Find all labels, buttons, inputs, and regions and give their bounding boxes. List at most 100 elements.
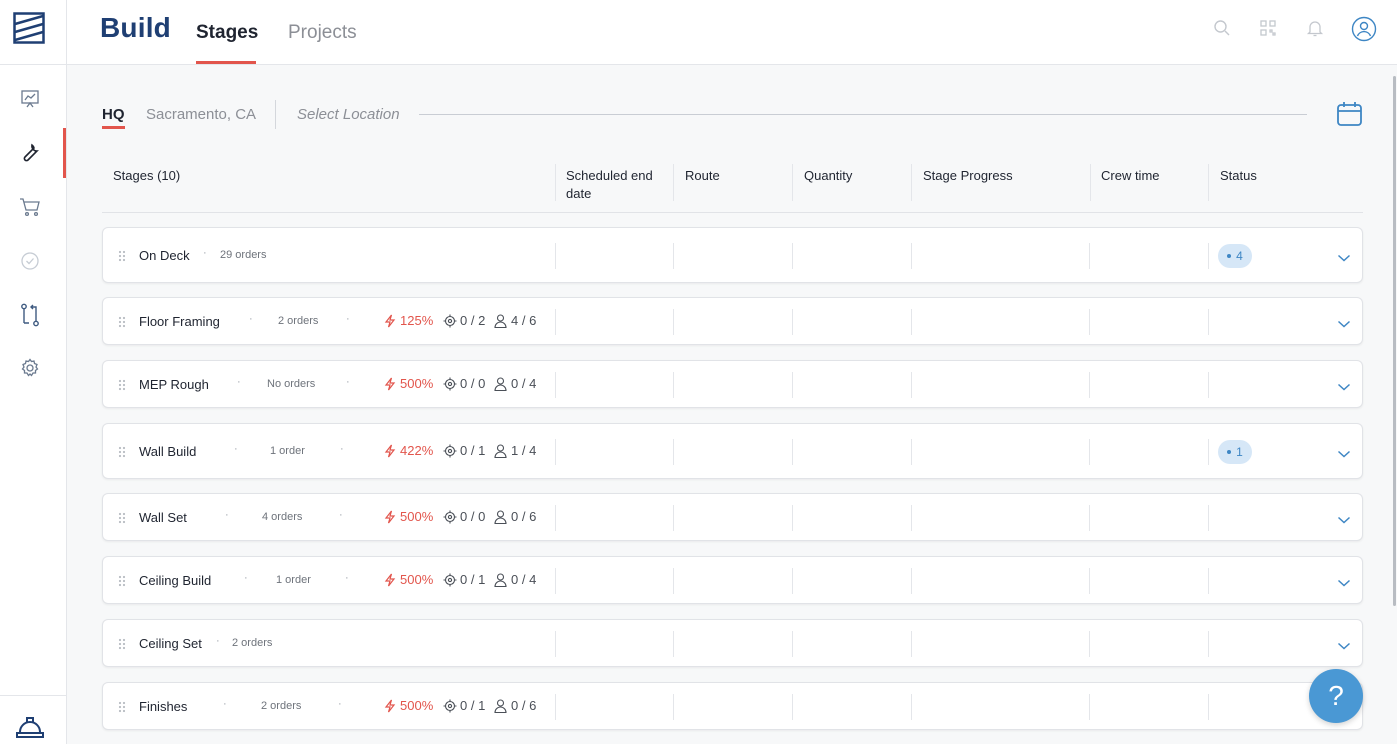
user-avatar-icon[interactable] xyxy=(1351,16,1377,42)
stage-row[interactable]: On Deck · 29 orders 4 xyxy=(102,227,1363,283)
column-header-scheduled-end-date[interactable]: Scheduled end date xyxy=(566,160,666,202)
settings-gear-icon[interactable] xyxy=(19,357,41,379)
lightning-icon xyxy=(383,699,397,713)
target-icon xyxy=(443,377,457,391)
person-icon xyxy=(494,698,507,713)
expand-chevron-icon[interactable] xyxy=(1337,638,1351,650)
separator-dot: · xyxy=(216,635,220,647)
stage-row[interactable]: Finishes · · 2 orders 500% 0 / 1 0 / 6 xyxy=(102,682,1363,730)
column-separator xyxy=(555,631,556,657)
column-header-stages[interactable]: Stages (10) xyxy=(113,160,180,202)
column-separator xyxy=(1089,243,1090,269)
drag-handle-icon[interactable] xyxy=(118,378,126,391)
column-header-crew-time[interactable]: Crew time xyxy=(1101,160,1160,202)
separator-dot: · xyxy=(234,443,238,455)
stage-routes: 0 / 1 xyxy=(443,572,485,587)
drag-handle-icon[interactable] xyxy=(118,315,126,328)
drag-handle-icon[interactable] xyxy=(118,574,126,587)
column-separator xyxy=(1089,568,1090,594)
drag-handle-icon[interactable] xyxy=(118,445,126,458)
separator-dot: · xyxy=(203,247,207,259)
column-separator xyxy=(673,694,674,720)
sidebar-divider xyxy=(0,64,66,65)
stage-name: Finishes xyxy=(139,699,188,714)
select-location-dropdown[interactable]: Select Location xyxy=(297,106,400,123)
status-badge[interactable]: 4 xyxy=(1218,244,1252,268)
stage-routes: 0 / 1 xyxy=(443,698,485,713)
column-header-quantity[interactable]: Quantity xyxy=(804,160,852,202)
expand-chevron-icon[interactable] xyxy=(1337,512,1351,524)
column-separator xyxy=(1208,631,1209,657)
cart-icon[interactable] xyxy=(19,196,41,218)
calendar-icon[interactable] xyxy=(1336,101,1363,127)
dashboard-chart-icon[interactable] xyxy=(19,88,41,110)
help-button[interactable]: ? xyxy=(1309,669,1363,723)
hardhat-icon[interactable] xyxy=(15,714,45,740)
crew-value: 1 / 4 xyxy=(511,443,537,458)
performance-value: 125% xyxy=(400,313,434,328)
target-icon xyxy=(443,314,457,328)
drag-handle-icon[interactable] xyxy=(118,637,126,650)
column-separator xyxy=(792,568,793,594)
build-wrench-icon[interactable] xyxy=(19,142,41,164)
stage-row[interactable]: Wall Build · · 1 order 422% 0 / 1 1 / 4 1 xyxy=(102,423,1363,479)
stage-crew: 1 / 4 xyxy=(494,443,536,458)
column-header-route[interactable]: Route xyxy=(685,160,720,202)
location-tab-sacramento[interactable]: Sacramento, CA xyxy=(146,106,256,123)
expand-chevron-icon[interactable] xyxy=(1337,316,1351,328)
top-header: Build Stages Projects xyxy=(67,0,1397,65)
stage-row[interactable]: Ceiling Set · 2 orders xyxy=(102,619,1363,667)
logo-icon[interactable] xyxy=(13,12,45,44)
stage-row[interactable]: Floor Framing · · 2 orders 125% 0 / 2 4 / 6 xyxy=(102,297,1363,345)
column-separator xyxy=(792,372,793,398)
check-circle-icon[interactable] xyxy=(19,250,41,272)
column-header-stage-progress[interactable]: Stage Progress xyxy=(923,160,1013,202)
column-separator xyxy=(792,164,793,201)
column-separator xyxy=(1208,309,1209,335)
expand-chevron-icon[interactable] xyxy=(1337,446,1351,458)
notification-bell-icon[interactable] xyxy=(1305,18,1325,38)
stage-row[interactable]: Ceiling Build · · 1 order 500% 0 / 1 0 / 4 xyxy=(102,556,1363,604)
separator-dot: · xyxy=(340,443,344,455)
column-separator xyxy=(792,243,793,269)
qr-code-icon[interactable] xyxy=(1258,18,1278,38)
lightning-icon xyxy=(383,510,397,524)
stage-performance: 500% xyxy=(383,509,433,524)
target-icon xyxy=(443,699,457,713)
expand-chevron-icon[interactable] xyxy=(1337,250,1351,262)
drag-handle-icon[interactable] xyxy=(118,249,126,262)
expand-chevron-icon[interactable] xyxy=(1337,575,1351,587)
location-tab-hq[interactable]: HQ xyxy=(102,106,125,123)
stage-performance: 500% xyxy=(383,698,433,713)
column-separator xyxy=(792,439,793,465)
stage-row[interactable]: Wall Set · · 4 orders 500% 0 / 0 0 / 6 xyxy=(102,493,1363,541)
tab-projects[interactable]: Projects xyxy=(288,22,357,44)
stage-row[interactable]: MEP Rough · · No orders 500% 0 / 0 0 / 4 xyxy=(102,360,1363,408)
expand-chevron-icon[interactable] xyxy=(1337,379,1351,391)
crew-value: 0 / 4 xyxy=(511,376,537,391)
column-header-status[interactable]: Status xyxy=(1220,160,1257,202)
column-separator xyxy=(911,505,912,531)
column-separator xyxy=(555,243,556,269)
drag-handle-icon[interactable] xyxy=(118,511,126,524)
stage-performance: 422% xyxy=(383,443,433,458)
column-separator xyxy=(555,439,556,465)
workflow-icon[interactable] xyxy=(19,303,41,327)
stage-name: Ceiling Build xyxy=(139,573,212,588)
location-separator xyxy=(275,100,276,129)
stage-order-count: 29 orders xyxy=(220,249,267,261)
search-icon[interactable] xyxy=(1212,18,1232,38)
column-separator xyxy=(673,439,674,465)
column-separator xyxy=(673,243,674,269)
tab-stages[interactable]: Stages xyxy=(196,22,258,44)
stage-order-count: 2 orders xyxy=(278,315,319,327)
stage-performance: 125% xyxy=(383,313,433,328)
column-separator xyxy=(792,505,793,531)
status-badge[interactable]: 1 xyxy=(1218,440,1252,464)
column-separator xyxy=(673,568,674,594)
performance-value: 500% xyxy=(400,376,434,391)
vertical-scrollbar[interactable] xyxy=(1393,76,1396,606)
stage-crew: 0 / 6 xyxy=(494,509,536,524)
column-separator xyxy=(1208,164,1209,201)
drag-handle-icon[interactable] xyxy=(118,700,126,713)
